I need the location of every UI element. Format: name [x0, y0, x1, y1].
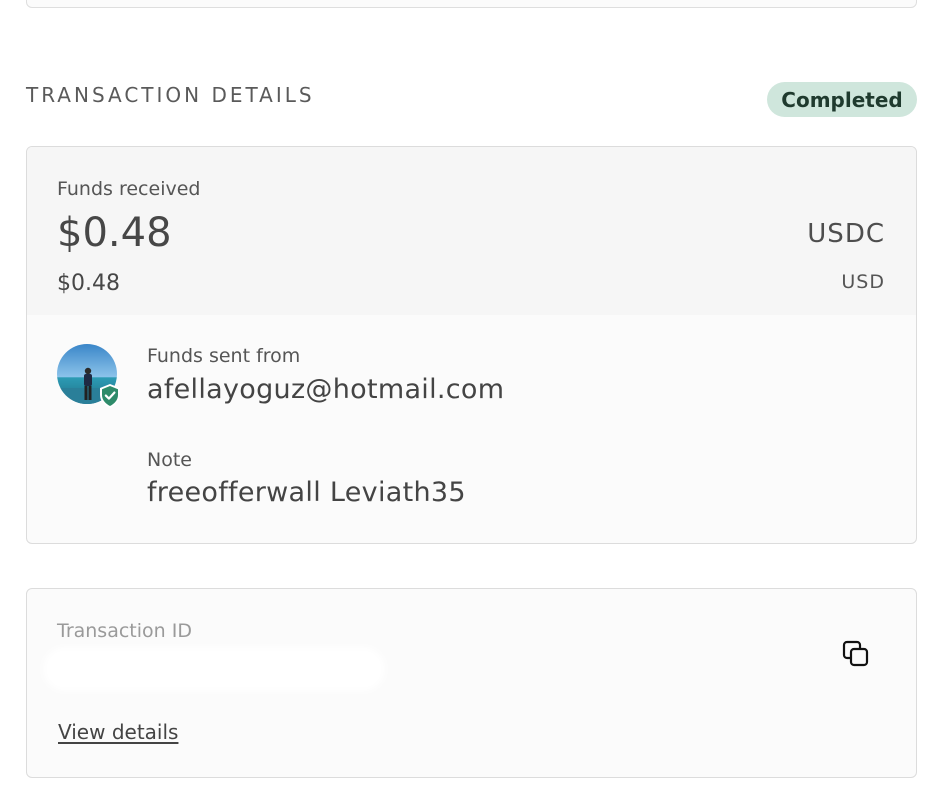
previous-card [26, 0, 917, 8]
view-details-link[interactable]: View details [58, 720, 178, 744]
amount-block: Funds received $0.48 USDC $0.48 USD [27, 147, 916, 315]
converted-currency: USD [841, 271, 885, 293]
converted-amount: $0.48 [57, 271, 120, 296]
transaction-id-label: Transaction ID [57, 620, 192, 642]
shield-check-icon [98, 383, 122, 409]
transaction-id-card: Transaction ID View details [26, 588, 917, 778]
transaction-id-redacted [49, 653, 379, 685]
funds-sent-from-label: Funds sent from [147, 345, 301, 367]
copy-icon[interactable] [841, 639, 871, 669]
sender-email: afellayoguz@hotmail.com [147, 374, 505, 405]
amount-value: $0.48 [57, 210, 172, 256]
transaction-details-page: TRANSACTION DETAILS Completed Funds rece… [0, 0, 932, 800]
status-badge: Completed [767, 82, 917, 117]
section-title: TRANSACTION DETAILS [26, 83, 315, 107]
funds-received-label: Funds received [57, 178, 201, 200]
currency-code: USDC [807, 219, 885, 249]
note-value: freeofferwall Leviath35 [147, 477, 466, 508]
note-label: Note [147, 449, 192, 471]
transaction-details-card: Funds received $0.48 USDC $0.48 USD Fund… [26, 146, 917, 544]
